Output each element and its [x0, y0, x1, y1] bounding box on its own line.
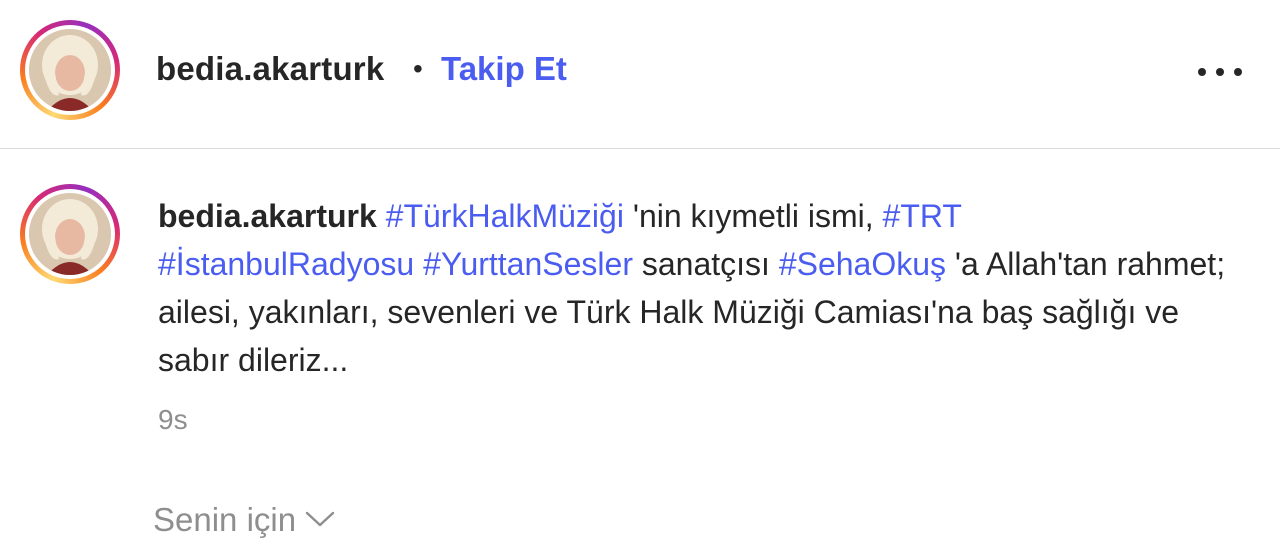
caption-timestamp[interactable]: 9s	[158, 402, 188, 438]
chevron-down-icon	[305, 512, 335, 527]
caption-segment: 'nin kıymetli ismi,	[623, 198, 883, 234]
caption-segment: sanatçısı	[632, 246, 779, 282]
header-username[interactable]: bedia.akarturk	[156, 47, 384, 91]
hashtag-trt[interactable]: #TRT	[883, 198, 962, 234]
caption-avatar[interactable]	[20, 184, 120, 284]
hashtag-istanbulradyosu[interactable]: #İstanbulRadyosu	[158, 246, 414, 282]
post-header: bedia.akarturk • Takip Et	[0, 0, 1280, 149]
caption-username[interactable]: bedia.akarturk	[158, 198, 377, 234]
hashtag-turkhalkmuzigi[interactable]: #TürkHalkMüziği	[386, 198, 624, 234]
for-you-dropdown[interactable]: Senin için	[153, 498, 336, 542]
avatar[interactable]	[20, 20, 120, 120]
header-separator: •	[413, 53, 423, 84]
caption-segment	[414, 246, 423, 282]
caption-text: bedia.akarturk #TürkHalkMüziği 'nin kıym…	[158, 192, 1258, 384]
more-dot	[1216, 68, 1224, 76]
hashtag-yurttansesler[interactable]: #YurttanSesler	[423, 246, 633, 282]
more-options-icon[interactable]	[1188, 52, 1252, 92]
for-you-label: Senin için	[153, 501, 297, 538]
more-dot	[1198, 68, 1206, 76]
hashtag-sehaokus[interactable]: #SehaOkuş	[779, 246, 946, 282]
follow-button[interactable]: Takip Et	[441, 47, 567, 91]
more-dot	[1234, 68, 1242, 76]
avatar-image	[29, 29, 111, 111]
avatar-image	[29, 193, 111, 275]
